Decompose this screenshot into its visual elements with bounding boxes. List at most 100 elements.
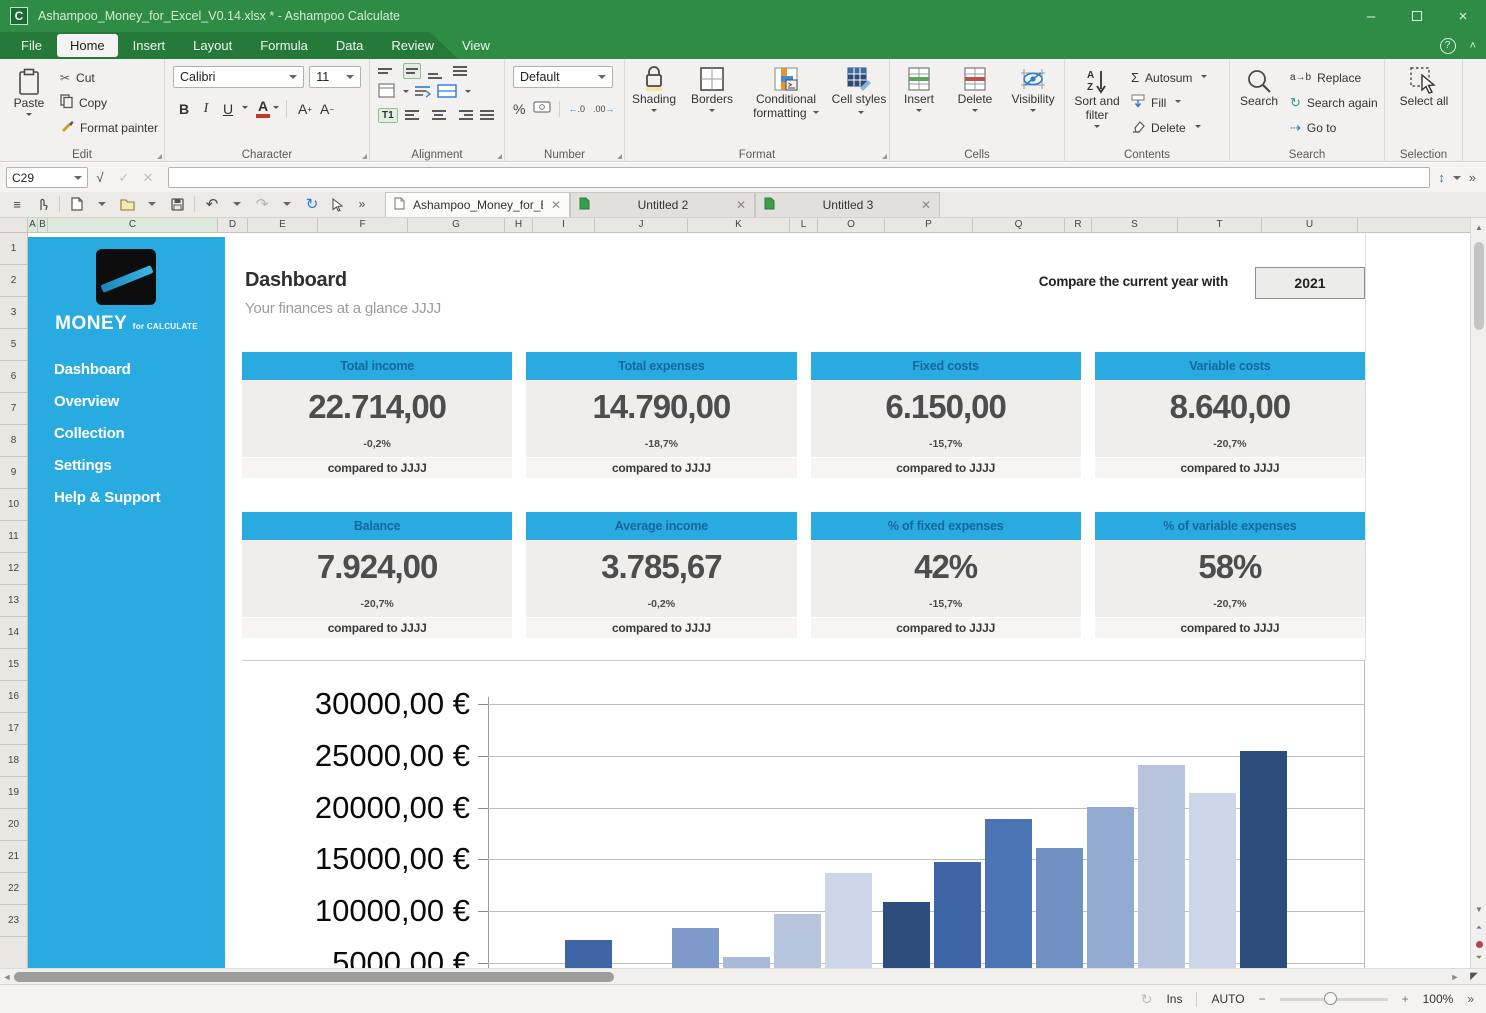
close-sheet-icon[interactable]: ✕ [551,198,561,212]
collapse-ribbon-icon[interactable]: ˄ [1470,40,1476,52]
zoom-slider[interactable] [1280,998,1388,1001]
row-header-2[interactable]: 2 [0,265,27,297]
maximize-icon[interactable] [1394,0,1440,32]
distribute-icon[interactable] [453,63,471,79]
align-bottom-icon[interactable] [428,63,446,79]
scroll-left-icon[interactable]: ◄ [0,972,14,982]
column-header-R[interactable]: R [1065,218,1092,232]
sidebar-item-collection[interactable]: Collection [54,417,160,449]
row-header-14[interactable]: 14 [0,617,27,649]
row-header-13[interactable]: 13 [0,585,27,617]
column-header-S[interactable]: S [1092,218,1178,232]
search-button[interactable]: Search [1236,61,1282,145]
insert-cells-button[interactable]: Insert [891,59,947,143]
column-header-Q[interactable]: Q [973,218,1065,232]
character-dialog-launcher[interactable] [362,154,367,159]
italic-button[interactable]: I [195,98,217,120]
bold-button[interactable]: B [173,98,195,120]
column-header-F[interactable]: F [318,218,408,232]
menu-item-file[interactable]: File [8,34,55,57]
alignment-dialog-launcher[interactable] [497,154,502,159]
sidebar-item-settings[interactable]: Settings [54,449,160,481]
column-header-K[interactable]: K [688,218,790,232]
font-color-caret[interactable] [273,106,279,112]
autosum-button[interactable]: Σ Autosum [1131,65,1207,90]
cell-styles-button[interactable]: Cell styles [831,59,887,143]
menu-item-review[interactable]: Review [378,34,447,57]
new-document-icon[interactable] [66,193,88,215]
close-sheet-icon[interactable]: ✕ [736,198,746,212]
close-icon[interactable]: × [1440,0,1486,32]
status-more-icon[interactable]: » [1467,992,1474,1006]
menu-item-insert[interactable]: Insert [120,34,179,57]
column-header-P[interactable]: P [885,218,973,232]
format-dialog-launcher[interactable] [882,154,887,159]
number-format-select[interactable]: Default [513,66,613,88]
row-header-21[interactable]: 21 [0,841,27,873]
format-painter-button[interactable]: Format painter [60,115,158,140]
column-header-A[interactable]: A [28,218,38,232]
redo-icon[interactable]: ↷ [251,193,273,215]
column-header-U[interactable]: U [1262,218,1358,232]
formula-bar-more-icon[interactable]: » [1469,170,1476,185]
merge-caret[interactable] [465,90,471,96]
underline-button[interactable]: U [217,98,239,120]
sidebar-item-help-support[interactable]: Help & Support [54,481,160,513]
open-file-icon[interactable] [116,193,138,215]
font-size-select[interactable]: 11 [309,66,361,88]
borders-button[interactable]: Borders [683,59,741,143]
scroll-right-icon[interactable]: ► [1448,972,1462,982]
edit-dialog-launcher[interactable] [157,154,162,159]
border-icon[interactable] [378,83,395,103]
column-header-L[interactable]: L [790,218,818,232]
close-sheet-icon[interactable]: ✕ [921,198,931,212]
shrink-font-button[interactable]: A− [316,98,338,120]
delete-contents-button[interactable]: Delete [1131,115,1207,140]
justify-icon[interactable] [480,107,498,123]
underline-caret[interactable] [242,106,248,112]
column-header-D[interactable]: D [218,218,248,232]
horizontal-scrollbar[interactable]: ◄ ► [0,968,1462,984]
redo-caret[interactable] [276,193,298,215]
row-header-6[interactable]: 6 [0,361,27,393]
horizontal-scrollbar-thumb[interactable] [14,972,614,982]
split-up-icon[interactable]: ⏶ [1471,920,1486,935]
sheet-list-icon[interactable]: ≡ [6,193,28,215]
visibility-button[interactable]: Visibility [1003,59,1063,143]
row-header-1[interactable]: 1 [0,233,27,265]
record-marker-icon[interactable] [1476,941,1483,948]
zoom-in-icon[interactable]: + [1402,992,1409,1006]
conditional-formatting-button[interactable]: Conditional formatting [741,59,831,143]
row-header-3[interactable]: 3 [0,297,27,329]
sidebar-item-overview[interactable]: Overview [54,385,160,417]
open-file-caret[interactable] [141,193,163,215]
sheet-tab[interactable]: Untitled 2✕ [570,192,755,217]
pointer-mode-icon[interactable] [326,193,348,215]
auto-calc-indicator[interactable]: AUTO [1211,992,1244,1006]
row-header-15[interactable]: 15 [0,649,27,681]
accept-icon[interactable]: ✓ [112,170,136,186]
select-all-button[interactable]: Select all [1385,59,1463,143]
cell-reference-box[interactable]: C29 [6,167,88,188]
undo-caret[interactable] [226,193,248,215]
text-orientation-icon[interactable]: T1 [378,108,398,123]
menu-item-data[interactable]: Data [323,34,376,57]
reject-icon[interactable]: ✕ [136,170,160,186]
row-header-11[interactable]: 11 [0,521,27,553]
formula-bar-caret[interactable] [1453,176,1461,184]
vertical-scrollbar[interactable]: ▲ ▼ ⏶ ⏷ [1470,218,1486,968]
new-document-caret[interactable] [91,193,113,215]
zoom-out-icon[interactable]: − [1259,992,1266,1006]
row-header-8[interactable]: 8 [0,425,27,457]
row-header-10[interactable]: 10 [0,489,27,521]
merge-cells-icon[interactable] [437,84,457,103]
column-header-I[interactable]: I [533,218,595,232]
align-right-icon[interactable] [455,107,473,123]
menu-item-formula[interactable]: Formula [247,34,321,57]
menu-item-view[interactable]: View [449,34,503,57]
row-header-23[interactable]: 23 [0,905,27,937]
sheet-tab[interactable]: Ashampoo_Money_for_E...✕ [385,192,570,217]
row-header-19[interactable]: 19 [0,777,27,809]
refresh-icon[interactable]: ↻ [301,193,323,215]
align-left-icon[interactable] [405,107,423,123]
